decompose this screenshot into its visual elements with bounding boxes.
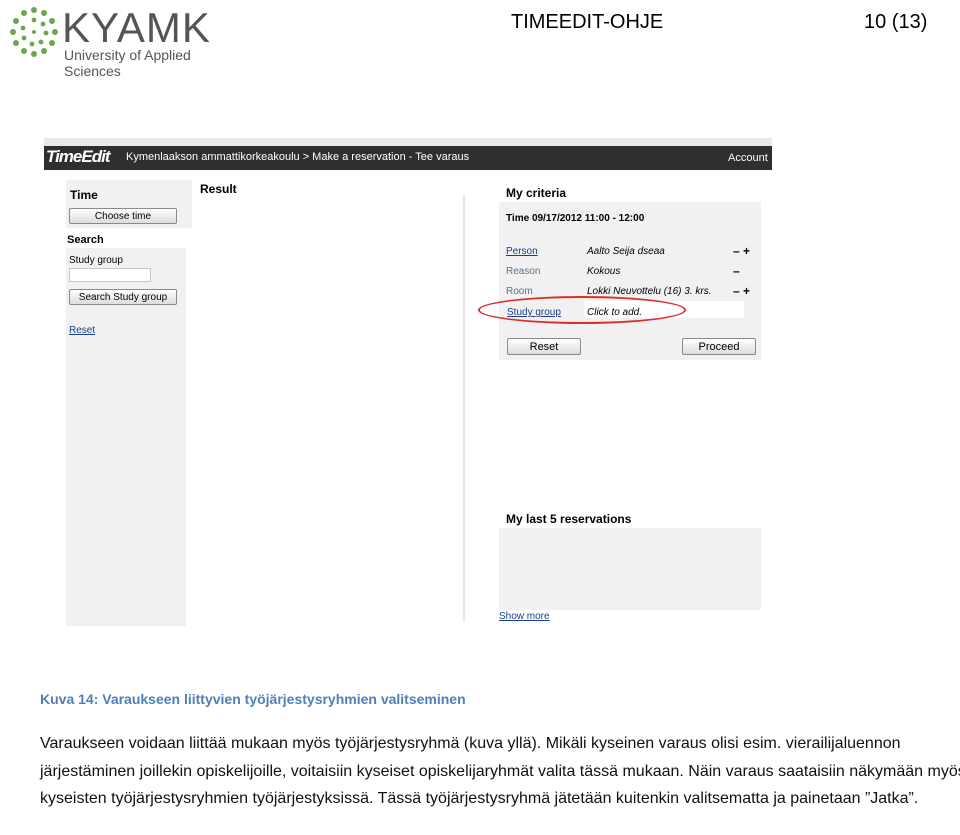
proceed-button[interactable]: Proceed — [682, 338, 756, 355]
search-study-group-button[interactable]: Search Study group — [69, 289, 177, 305]
logo-text: KYAMK — [62, 4, 211, 51]
search-label: Search — [67, 234, 104, 246]
body-paragraph: Varaukseen voidaan liittää mukaan myös t… — [40, 735, 960, 807]
criteria-room-label: Room — [506, 286, 533, 297]
top-bar: TimeEdit Kymenlaakson ammattikorkeakoulu… — [44, 146, 772, 170]
account-menu[interactable]: Account — [728, 152, 768, 164]
criteria-time: Time 09/17/2012 11:00 - 12:00 — [506, 213, 645, 224]
reset-link[interactable]: Reset — [69, 325, 95, 336]
criteria-reason-label: Reason — [506, 266, 541, 277]
study-group-label: Study group — [69, 255, 123, 266]
criteria-person-label[interactable]: Person — [506, 246, 538, 257]
criteria-person-value: Aalto Seija dseaa — [587, 246, 665, 257]
criteria-reason-value: Kokous — [587, 266, 621, 277]
choose-time-button[interactable]: Choose time — [69, 208, 177, 224]
page-number: 10 (13) — [864, 11, 928, 33]
result-label: Result — [200, 182, 237, 196]
figure-caption: Kuva 14: Varaukseen liittyvien työjärjes… — [40, 691, 466, 707]
kyamk-logo: KYAMK University of Applied Sciences — [6, 4, 246, 79]
criteria-reset-button[interactable]: Reset — [507, 338, 581, 355]
study-group-input[interactable] — [69, 268, 151, 282]
criteria-room-value: Lokki Neuvottelu (16) 3. krs. — [587, 286, 712, 297]
timeedit-screenshot: TimeEdit Kymenlaakson ammattikorkeakoulu… — [44, 138, 772, 630]
criteria-panel — [499, 202, 761, 360]
column-divider — [463, 196, 465, 622]
time-label: Time — [70, 188, 98, 202]
criteria-reason-controls[interactable]: – — [733, 264, 740, 278]
logo-dots-icon — [10, 7, 58, 57]
last-reservations-title: My last 5 reservations — [506, 512, 632, 526]
criteria-person-controls[interactable]: – + — [733, 244, 750, 258]
criteria-room-controls[interactable]: – + — [733, 284, 750, 298]
document-title: TIMEEDIT-OHJE — [511, 11, 664, 33]
show-more-link[interactable]: Show more — [499, 611, 550, 622]
breadcrumb: Kymenlaakson ammattikorkeakoulu > Make a… — [126, 151, 470, 163]
criteria-title: My criteria — [506, 186, 567, 200]
timeedit-brand: TimeEdit — [46, 147, 110, 166]
last-reservations-panel — [499, 528, 761, 610]
logo-subtitle: University of Applied Sciences — [64, 47, 191, 79]
highlight-ellipse — [478, 296, 686, 324]
